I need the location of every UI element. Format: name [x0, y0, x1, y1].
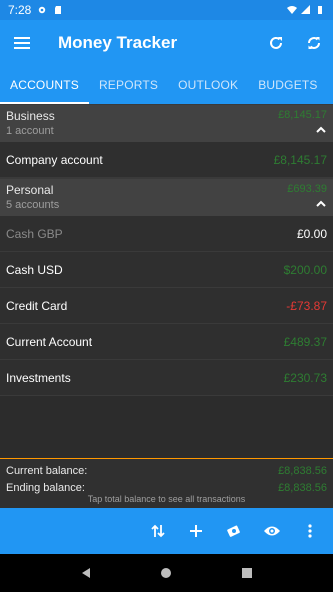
- current-balance-line: Current balance: £8,838.56: [6, 462, 327, 479]
- money-icon: [227, 525, 240, 537]
- group-header-personal[interactable]: Personal 5 accounts £693.39: [0, 178, 333, 216]
- add-transaction-button[interactable]: [177, 508, 215, 554]
- ending-balance-value: £8,838.56: [278, 481, 327, 494]
- account-row-current-account[interactable]: Current Account £489.37: [0, 324, 333, 360]
- account-name: Cash GBP: [6, 226, 63, 241]
- status-bar: 7:28: [0, 0, 333, 20]
- group-header-business[interactable]: Business 1 account £8,145.17: [0, 104, 333, 142]
- account-balance: £230.73: [283, 370, 327, 385]
- sd-card-icon: [55, 6, 62, 14]
- home-button[interactable]: [153, 560, 179, 586]
- chevron-up-icon[interactable]: [316, 199, 326, 209]
- account-balance: -£73.87: [286, 298, 327, 313]
- status-time: 7:28: [8, 3, 32, 17]
- account-balance: £0.00: [296, 226, 327, 241]
- tab-accounts[interactable]: ACCOUNTS: [0, 65, 89, 104]
- tab-bar: ACCOUNTS REPORTS OUTLOOK BUDGETS: [0, 65, 333, 104]
- back-triangle-icon: [82, 568, 91, 578]
- plus-icon: [190, 525, 202, 537]
- totals-hint: Tap total balance to see all transaction…: [87, 494, 246, 504]
- app-title: Money Tracker: [58, 32, 178, 52]
- bottom-action-bar: [0, 508, 333, 554]
- swap-vertical-icon: [151, 524, 165, 538]
- group-balance: £8,145.17: [278, 109, 327, 121]
- sync-button[interactable]: [295, 20, 333, 65]
- more-options-button[interactable]: [291, 508, 329, 554]
- account-row-cash-gbp[interactable]: Cash GBP £0.00: [0, 216, 333, 252]
- recents-button[interactable]: [234, 560, 260, 586]
- tab-reports[interactable]: REPORTS: [89, 65, 168, 104]
- current-balance-value: £8,838.56: [278, 464, 327, 477]
- account-balance: £8,145.17: [273, 152, 327, 167]
- account-name: Current Account: [6, 334, 93, 349]
- transfer-button[interactable]: [139, 508, 177, 554]
- group-count: 1 account: [6, 125, 54, 137]
- refresh-icon: [270, 36, 282, 49]
- totals-panel[interactable]: Current balance: £8,838.56 Ending balanc…: [0, 458, 333, 508]
- system-nav-bar: [0, 554, 333, 592]
- bills-button[interactable]: [215, 508, 253, 554]
- back-button[interactable]: [73, 560, 99, 586]
- ending-balance-label: Ending balance:: [6, 481, 85, 494]
- current-balance-label: Current balance:: [6, 464, 88, 477]
- signal-icon: [301, 5, 310, 14]
- account-name: Cash USD: [6, 262, 63, 277]
- wifi-icon: [287, 6, 297, 14]
- account-name: Investments: [6, 370, 71, 385]
- tab-budgets[interactable]: BUDGETS: [248, 65, 327, 104]
- more-vert-icon: [308, 524, 312, 538]
- account-name: Credit Card: [6, 298, 68, 313]
- hamburger-icon: [14, 36, 30, 49]
- account-row-credit-card[interactable]: Credit Card -£73.87: [0, 288, 333, 324]
- group-balance: £693.39: [287, 183, 327, 195]
- group-name: Personal: [6, 183, 54, 197]
- refresh-button[interactable]: [257, 20, 295, 65]
- battery-icon: [318, 6, 322, 14]
- account-balance: $200.00: [283, 262, 327, 277]
- recents-square-icon: [241, 568, 252, 578]
- group-count: 5 accounts: [6, 199, 60, 211]
- account-row-company[interactable]: Company account £8,145.17: [0, 142, 333, 178]
- eye-icon: [264, 526, 280, 536]
- account-balance: £489.37: [283, 334, 327, 349]
- sync-icon: [308, 36, 320, 49]
- account-name: Company account: [6, 152, 103, 167]
- tab-outlook[interactable]: OUTLOOK: [168, 65, 248, 104]
- accounts-list: Business 1 account £8,145.17 Company acc…: [0, 104, 333, 458]
- app-bar: Money Tracker: [0, 20, 333, 65]
- home-circle-icon: [161, 568, 172, 578]
- settings-icon: [39, 6, 46, 14]
- account-row-cash-usd[interactable]: Cash USD $200.00: [0, 252, 333, 288]
- account-row-investments[interactable]: Investments £230.73: [0, 360, 333, 396]
- visibility-button[interactable]: [253, 508, 291, 554]
- menu-button[interactable]: [0, 20, 44, 65]
- chevron-up-icon[interactable]: [316, 125, 326, 135]
